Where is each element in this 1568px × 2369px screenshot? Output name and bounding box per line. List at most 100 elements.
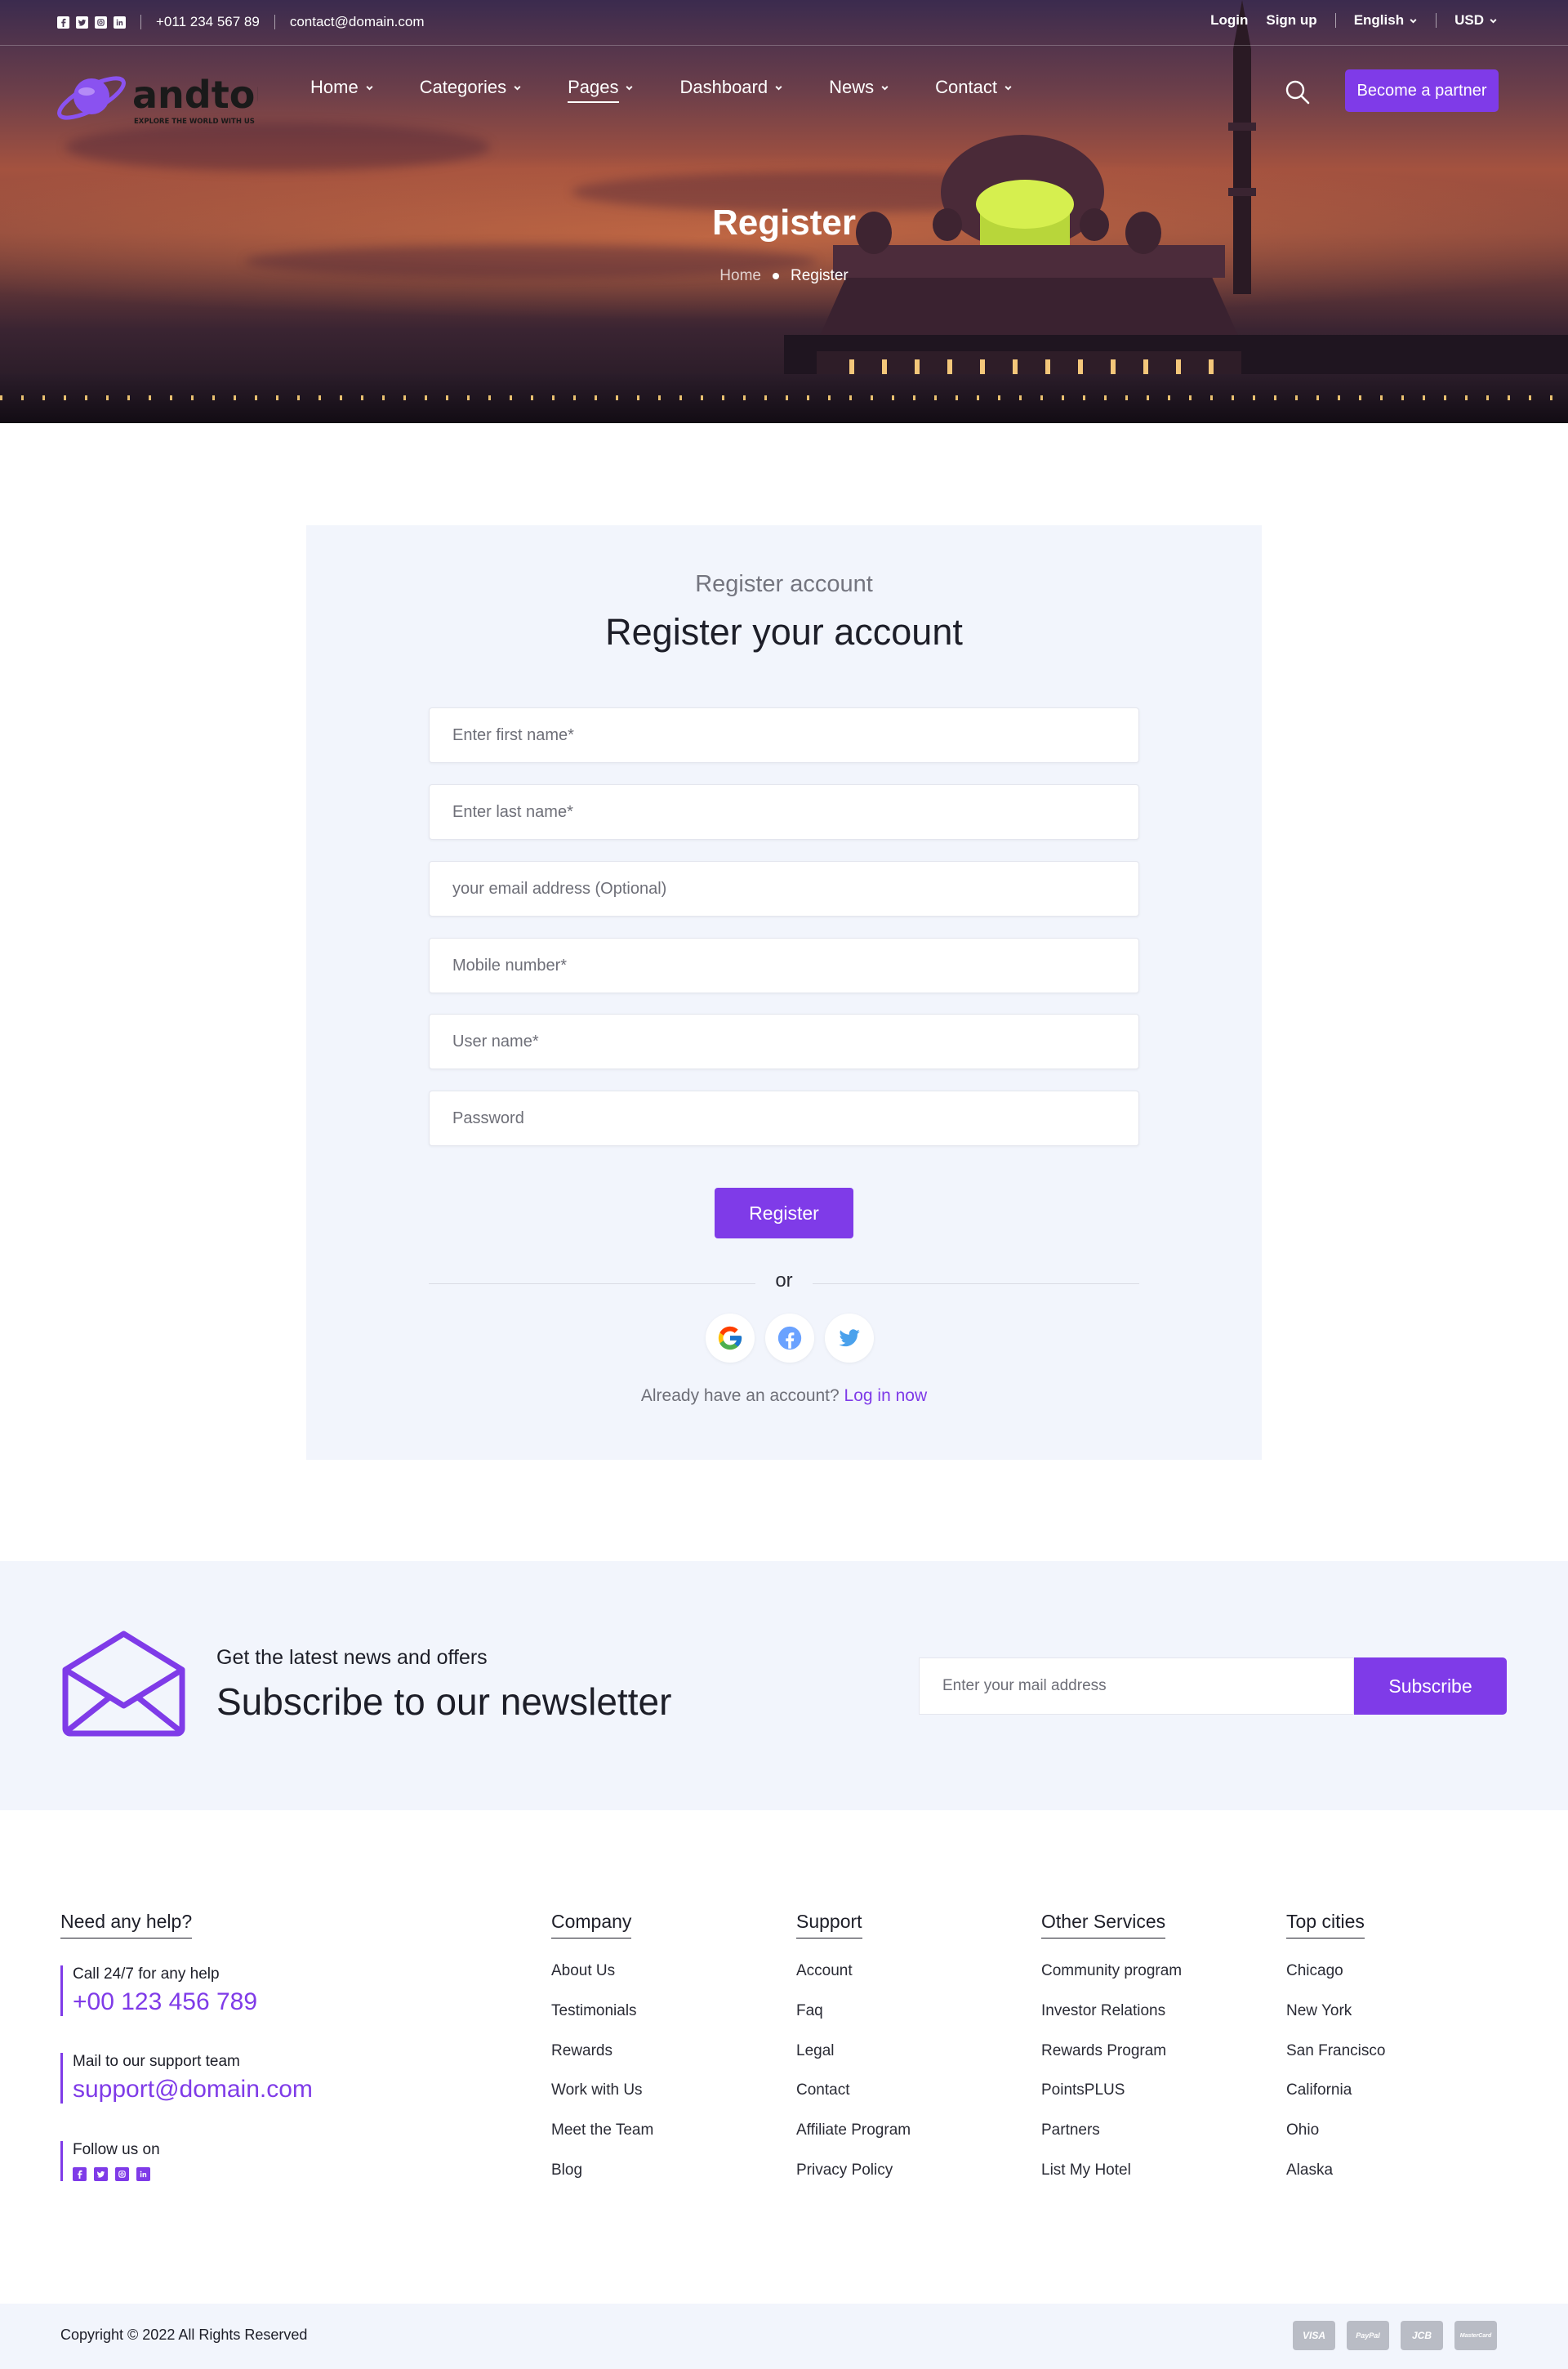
username-field[interactable]	[429, 1014, 1139, 1069]
twitter-login-button[interactable]	[825, 1314, 874, 1363]
topbar-phone[interactable]: +011 234 567 89	[156, 14, 260, 30]
register-subtitle: Register account	[695, 571, 873, 597]
footer-company-links: About Us Testimonials Rewards Work with …	[551, 1962, 653, 2202]
nav-item-label: Dashboard	[679, 77, 768, 97]
footer-link[interactable]: Testimonials	[551, 2002, 653, 2042]
footer-link[interactable]: Rewards Program	[1041, 2042, 1182, 2082]
footer-link[interactable]: List My Hotel	[1041, 2162, 1182, 2202]
nav-item-label: Contact	[935, 77, 997, 97]
nav-item-dashboard[interactable]: Dashboard	[679, 77, 783, 103]
facebook-icon[interactable]	[73, 2167, 87, 2181]
nav-item-label: News	[829, 77, 875, 97]
copyright: Copyright © 2022 All Rights Reserved	[60, 2327, 308, 2343]
email-field[interactable]	[429, 861, 1139, 917]
topbar-email[interactable]: contact@domain.com	[290, 14, 425, 30]
footer-link[interactable]: Privacy Policy	[796, 2162, 911, 2202]
breadcrumb-separator	[772, 273, 779, 279]
register-title: Register your account	[605, 611, 963, 653]
footer-link[interactable]: Affiliate Program	[796, 2121, 911, 2162]
newsletter-section: Get the latest news and offers Subscribe…	[0, 1561, 1568, 1810]
currency-label: USD	[1454, 12, 1484, 28]
jcb-icon: JCB	[1401, 2321, 1443, 2350]
register-card: Register account Register your account R…	[306, 525, 1262, 1460]
footer-link[interactable]: Alaska	[1286, 2162, 1385, 2202]
footer-link[interactable]: Contact	[796, 2081, 911, 2121]
subscribe-button[interactable]: Subscribe	[1354, 1657, 1507, 1715]
support-email[interactable]: support@domain.com	[73, 2076, 313, 2104]
first-name-field[interactable]	[429, 707, 1139, 763]
newsletter-title: Subscribe to our newsletter	[216, 1680, 672, 1723]
password-field[interactable]	[429, 1091, 1139, 1146]
footer-link[interactable]: Chicago	[1286, 1962, 1385, 2002]
footer-link[interactable]: California	[1286, 2081, 1385, 2121]
chevron-down-icon	[514, 85, 521, 91]
footer-link[interactable]: New York	[1286, 2002, 1385, 2042]
footer-mail-block: Mail to our support team support@domain.…	[60, 2053, 313, 2104]
footer-link[interactable]: Legal	[796, 2042, 911, 2082]
register-button[interactable]: Register	[715, 1188, 853, 1238]
footer-cities-title: Top cities	[1286, 1911, 1365, 1938]
signup-link[interactable]: Sign up	[1266, 12, 1316, 29]
footer-link[interactable]: Rewards	[551, 2042, 653, 2082]
newsletter-kicker: Get the latest news and offers	[216, 1646, 488, 1669]
footer-link[interactable]: Partners	[1041, 2121, 1182, 2162]
footer-help-title: Need any help?	[60, 1911, 193, 1938]
footer-follow-block: Follow us on	[60, 2141, 160, 2181]
chevron-down-icon	[1490, 18, 1497, 24]
payment-methods: VISA PayPal JCB MasterCard	[1293, 2321, 1497, 2350]
become-partner-button[interactable]: Become a partner	[1345, 69, 1499, 112]
footer-link[interactable]: About Us	[551, 1962, 653, 2002]
last-name-field[interactable]	[429, 784, 1139, 840]
search-icon[interactable]	[1284, 78, 1312, 106]
newsletter-email-input[interactable]	[919, 1657, 1354, 1715]
nav-item-news[interactable]: News	[829, 77, 889, 103]
login-link[interactable]: Login	[1210, 12, 1248, 29]
twitter-icon[interactable]	[76, 16, 88, 29]
or-divider-text: or	[775, 1269, 793, 1292]
main-nav: andtour EXPLORE THE WORLD WITH US Home C…	[0, 46, 1568, 136]
login-now-link[interactable]: Log in now	[844, 1386, 928, 1405]
footer-services-links: Community program Investor Relations Rew…	[1041, 1962, 1182, 2202]
mobile-field[interactable]	[429, 938, 1139, 993]
breadcrumb-home[interactable]: Home	[719, 267, 761, 285]
chevron-down-icon	[366, 85, 373, 91]
footer-support-links: Account Faq Legal Contact Affiliate Prog…	[796, 1962, 911, 2202]
login-prompt-text: Already have an account?	[640, 1386, 840, 1405]
footer-link[interactable]: Account	[796, 1962, 911, 2002]
follow-label: Follow us on	[73, 2141, 160, 2158]
footer-link[interactable]: Community program	[1041, 1962, 1182, 2002]
chevron-down-icon	[1004, 85, 1012, 91]
footer-link[interactable]: Ohio	[1286, 2121, 1385, 2162]
nav-item-pages[interactable]: Pages	[568, 77, 634, 103]
language-select[interactable]: English	[1354, 12, 1418, 29]
nav-menu: Home Categories Pages Dashboard News Con…	[310, 77, 1013, 103]
support-phone[interactable]: +00 123 456 789	[73, 1988, 257, 2016]
nav-item-home[interactable]: Home	[310, 77, 374, 103]
facebook-login-button[interactable]	[765, 1314, 814, 1363]
andtour-logo[interactable]: andtour EXPLORE THE WORLD WITH US	[54, 57, 258, 131]
footer-link[interactable]: San Francisco	[1286, 2042, 1385, 2082]
facebook-icon[interactable]	[57, 16, 69, 29]
facebook-icon	[777, 1326, 802, 1350]
twitter-icon[interactable]	[94, 2167, 108, 2181]
footer-link[interactable]: PointsPLUS	[1041, 2081, 1182, 2121]
google-login-button[interactable]	[706, 1314, 755, 1363]
footer-link[interactable]: Work with Us	[551, 2081, 653, 2121]
footer-cities-links: Chicago New York San Francisco Californi…	[1286, 1962, 1385, 2202]
instagram-icon[interactable]	[95, 16, 107, 29]
instagram-icon[interactable]	[115, 2167, 129, 2181]
paypal-icon: PayPal	[1347, 2321, 1389, 2350]
city-lights	[0, 395, 1568, 400]
footer-link[interactable]: Blog	[551, 2162, 653, 2202]
linkedin-icon[interactable]	[114, 16, 126, 29]
divider	[274, 15, 275, 29]
footer-link[interactable]: Faq	[796, 2002, 911, 2042]
nav-item-categories[interactable]: Categories	[420, 77, 522, 103]
nav-item-contact[interactable]: Contact	[935, 77, 1013, 103]
footer-link[interactable]: Investor Relations	[1041, 2002, 1182, 2042]
hero-banner: +011 234 567 89 contact@domain.com Login…	[0, 0, 1568, 423]
footer-link[interactable]: Meet the Team	[551, 2121, 653, 2162]
visa-icon: VISA	[1293, 2321, 1335, 2350]
linkedin-icon[interactable]	[136, 2167, 150, 2181]
currency-select[interactable]: USD	[1454, 12, 1498, 29]
